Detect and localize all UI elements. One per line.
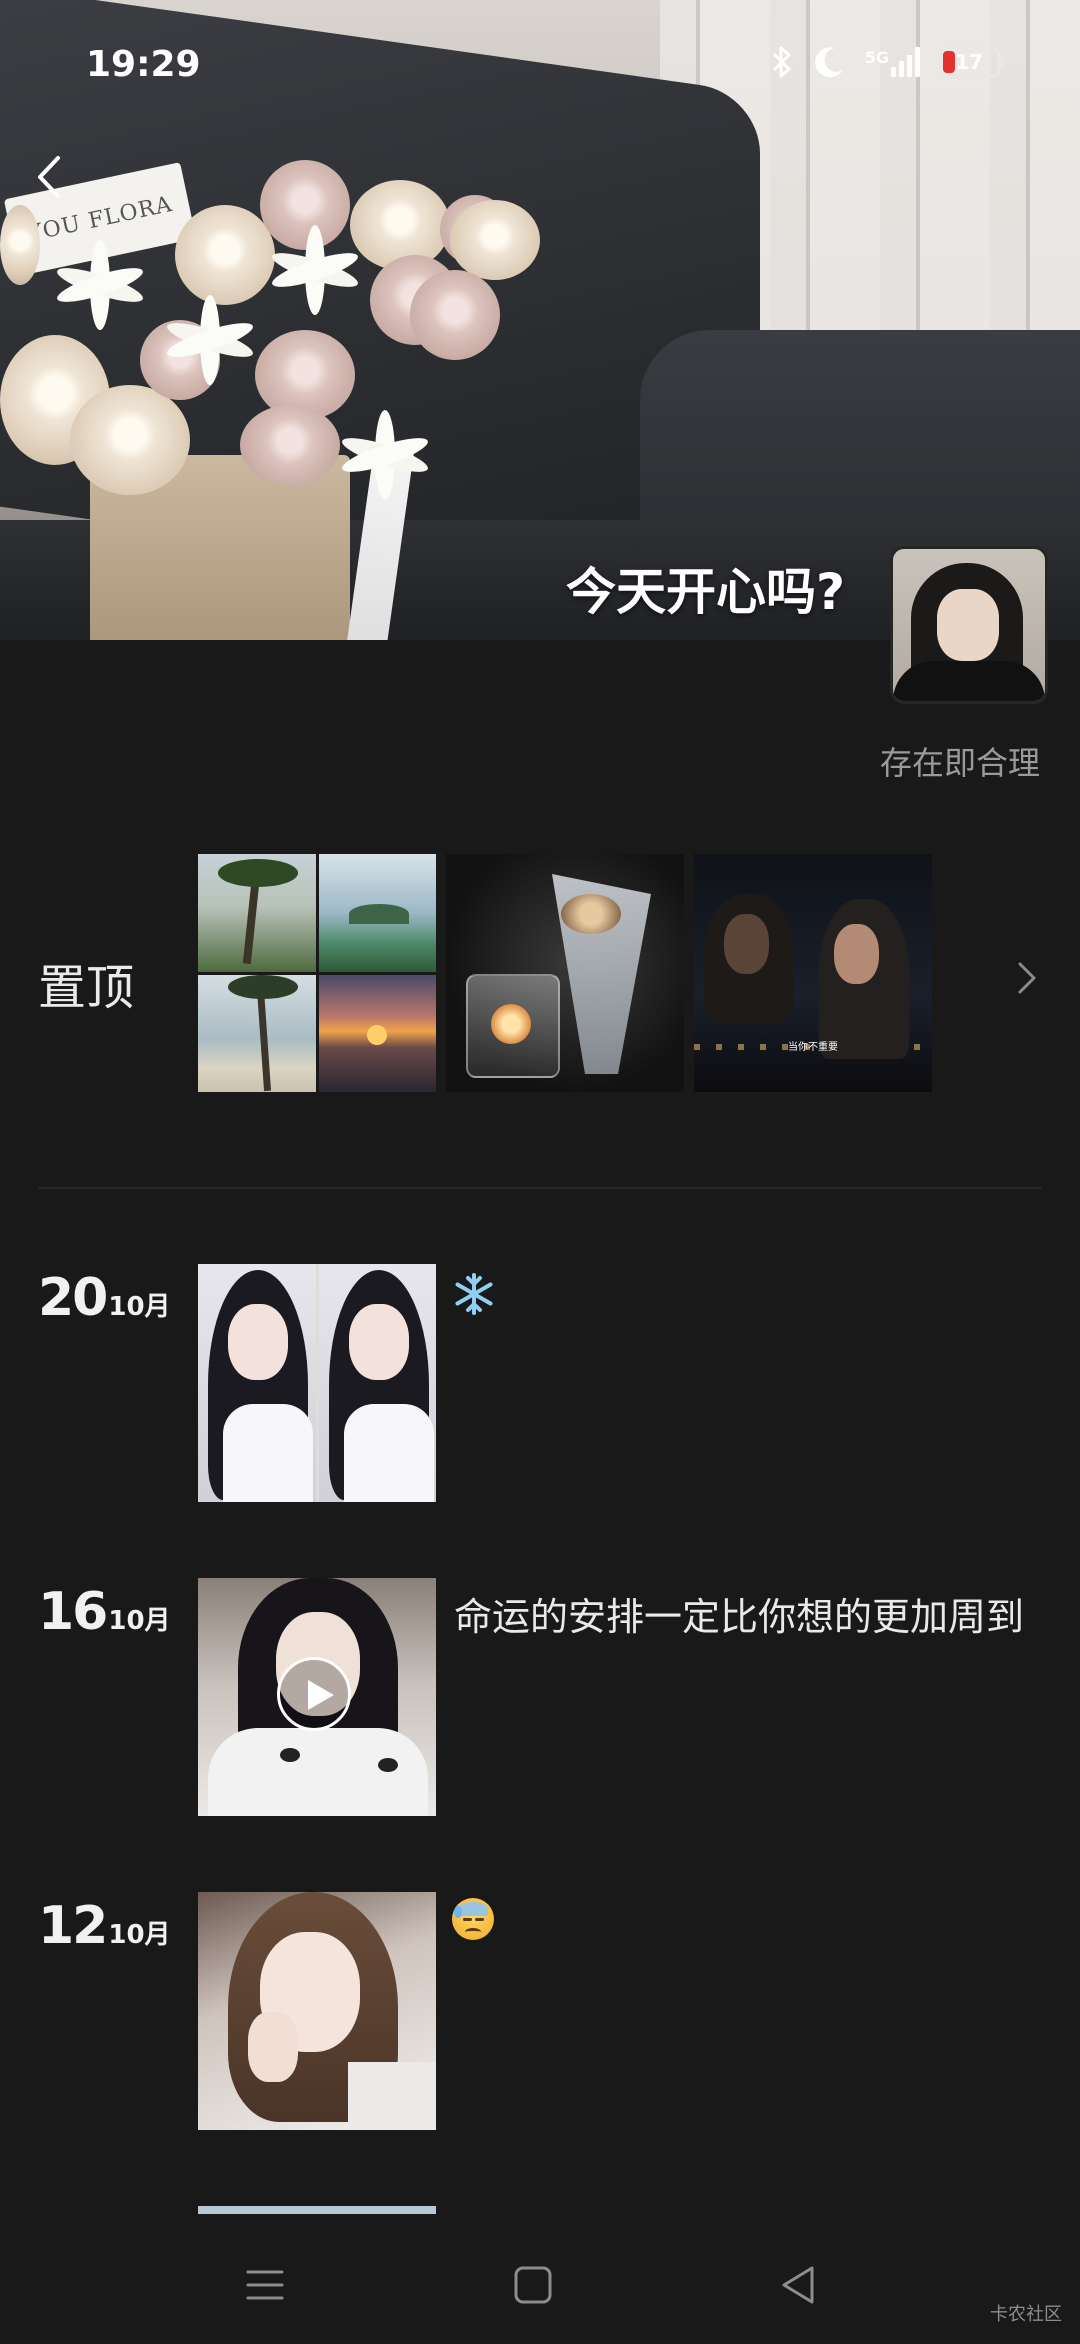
photo-islands	[318, 854, 436, 972]
cover-image[interactable]: YOU FLORA	[0, 0, 1080, 640]
pinned-post-video[interactable]: 当你不重要	[694, 854, 932, 1092]
pinned-row[interactable]: 当你不重要	[198, 854, 932, 1092]
home-icon[interactable]	[510, 2262, 556, 2308]
menu-icon[interactable]	[242, 2262, 288, 2308]
post-month: 10月	[108, 1292, 171, 1322]
system-nav-bar: 卡农社区	[0, 2224, 1080, 2344]
post-date: 12 10月	[38, 1896, 171, 1956]
play-icon[interactable]	[277, 1657, 351, 1731]
lily	[339, 410, 431, 500]
divider	[38, 1187, 1042, 1189]
pinned-post-travel[interactable]	[198, 854, 436, 1092]
rose	[450, 200, 540, 280]
pinned-post-bouquet[interactable]	[446, 854, 684, 1092]
post-date: 16 10月	[38, 1582, 171, 1642]
post-photo[interactable]	[198, 1892, 436, 2130]
photo-palm-trees	[198, 854, 316, 972]
bluetooth-icon	[772, 46, 791, 78]
moon-icon	[814, 47, 843, 78]
watermark: 卡农社区	[990, 2304, 1062, 2325]
back-icon[interactable]	[26, 150, 70, 204]
cover-title: 今天开心吗?	[566, 563, 846, 621]
lily	[54, 240, 146, 330]
rose	[240, 405, 340, 485]
photo-girl-left	[198, 1264, 316, 1502]
photo-sunset	[318, 974, 436, 1092]
avatar[interactable]	[890, 546, 1048, 704]
status-icons: 5G 17	[771, 44, 1005, 80]
photo-girl-right	[318, 1264, 436, 1502]
video-caption: 当你不重要	[788, 1042, 838, 1053]
post-day: 20	[38, 1268, 108, 1328]
post-photo-grid[interactable]	[198, 1264, 436, 1502]
post-day: 12	[38, 1896, 108, 1956]
post-month: 10月	[108, 1606, 171, 1636]
rose	[175, 205, 275, 305]
snowflake-icon	[455, 1273, 493, 1315]
profile-signature: 存在即合理	[879, 744, 1040, 782]
rose	[410, 270, 500, 360]
post-day: 16	[38, 1582, 108, 1642]
battery-level: 17	[955, 50, 983, 74]
status-time: 19:29	[86, 44, 201, 85]
rose	[0, 205, 40, 285]
rose	[70, 385, 190, 495]
post-date: 20 10月	[38, 1268, 171, 1328]
back-nav-icon[interactable]	[776, 2262, 822, 2308]
pinned-label: 置顶	[38, 960, 135, 1016]
post-month: 10月	[108, 1920, 171, 1950]
post-text: 命运的安排一定比你想的更加周到	[454, 1595, 1025, 1639]
lily	[269, 225, 361, 315]
battery-icon: 17	[938, 46, 1005, 78]
post-video-thumbnail[interactable]	[198, 1578, 436, 1816]
signal-icon: 5G	[865, 47, 920, 77]
photo-beach	[198, 974, 316, 1092]
lily	[164, 295, 256, 385]
chevron-right-icon[interactable]	[1014, 958, 1040, 998]
sweat-face-icon	[452, 1898, 494, 1940]
network-type: 5G	[864, 48, 889, 67]
next-post-thumbnail[interactable]	[198, 2206, 436, 2214]
